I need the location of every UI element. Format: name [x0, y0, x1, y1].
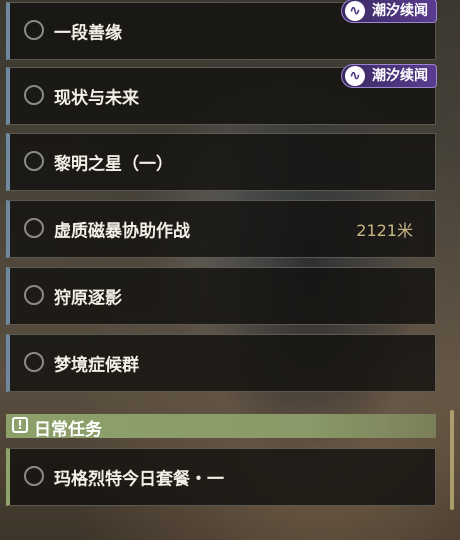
quest-label: 黎明之星（一） — [54, 154, 173, 175]
quest-label: 玛格烈特今日套餐・一 — [54, 469, 224, 490]
quest-status-circle-icon — [24, 151, 44, 171]
quest-item-3[interactable]: 黎明之星（一） — [6, 133, 436, 191]
quest-item-2[interactable]: 现状与未来 ∿ 潮汐续闻 — [6, 64, 437, 125]
quest-item-6[interactable]: 梦境症候群 — [6, 334, 436, 392]
quest-label: 梦境症候群 — [54, 355, 139, 376]
quest-label: 狩原逐影 — [54, 288, 122, 309]
section-title: 日常任务 — [34, 420, 102, 440]
quest-status-circle-icon — [24, 285, 44, 305]
quest-item-4[interactable]: 虚质磁暴协助作战 2121米 — [6, 200, 436, 258]
quest-label: 现状与未来 — [54, 88, 139, 109]
quest-status-circle-icon — [24, 85, 44, 105]
quest-status-circle-icon — [24, 218, 44, 238]
quest-status-circle-icon — [24, 466, 44, 486]
quest-label: 一段善缘 — [54, 23, 122, 44]
quest-tag: ∿ 潮汐续闻 — [341, 0, 437, 23]
daily-section-header: ! 日常任务 — [6, 414, 436, 440]
quest-status-circle-icon — [24, 352, 44, 372]
quest-item-1[interactable]: 一段善缘 ∿ 潮汐续闻 — [6, 0, 437, 60]
quest-tag-label: 潮汐续闻 — [372, 68, 428, 84]
tide-icon: ∿ — [345, 1, 365, 21]
quest-tag-label: 潮汐续闻 — [372, 3, 428, 19]
exclamation-icon: ! — [12, 417, 28, 433]
tide-icon: ∿ — [345, 66, 365, 86]
daily-quest-item-1[interactable]: 玛格烈特今日套餐・一 — [6, 448, 436, 506]
quest-status-circle-icon — [24, 20, 44, 40]
quest-distance: 2121米 — [356, 221, 413, 240]
quest-item-5[interactable]: 狩原逐影 — [6, 267, 436, 325]
quest-label: 虚质磁暴协助作战 — [54, 221, 190, 242]
quest-tag: ∿ 潮汐续闻 — [341, 64, 437, 88]
scrollbar[interactable] — [450, 410, 454, 510]
